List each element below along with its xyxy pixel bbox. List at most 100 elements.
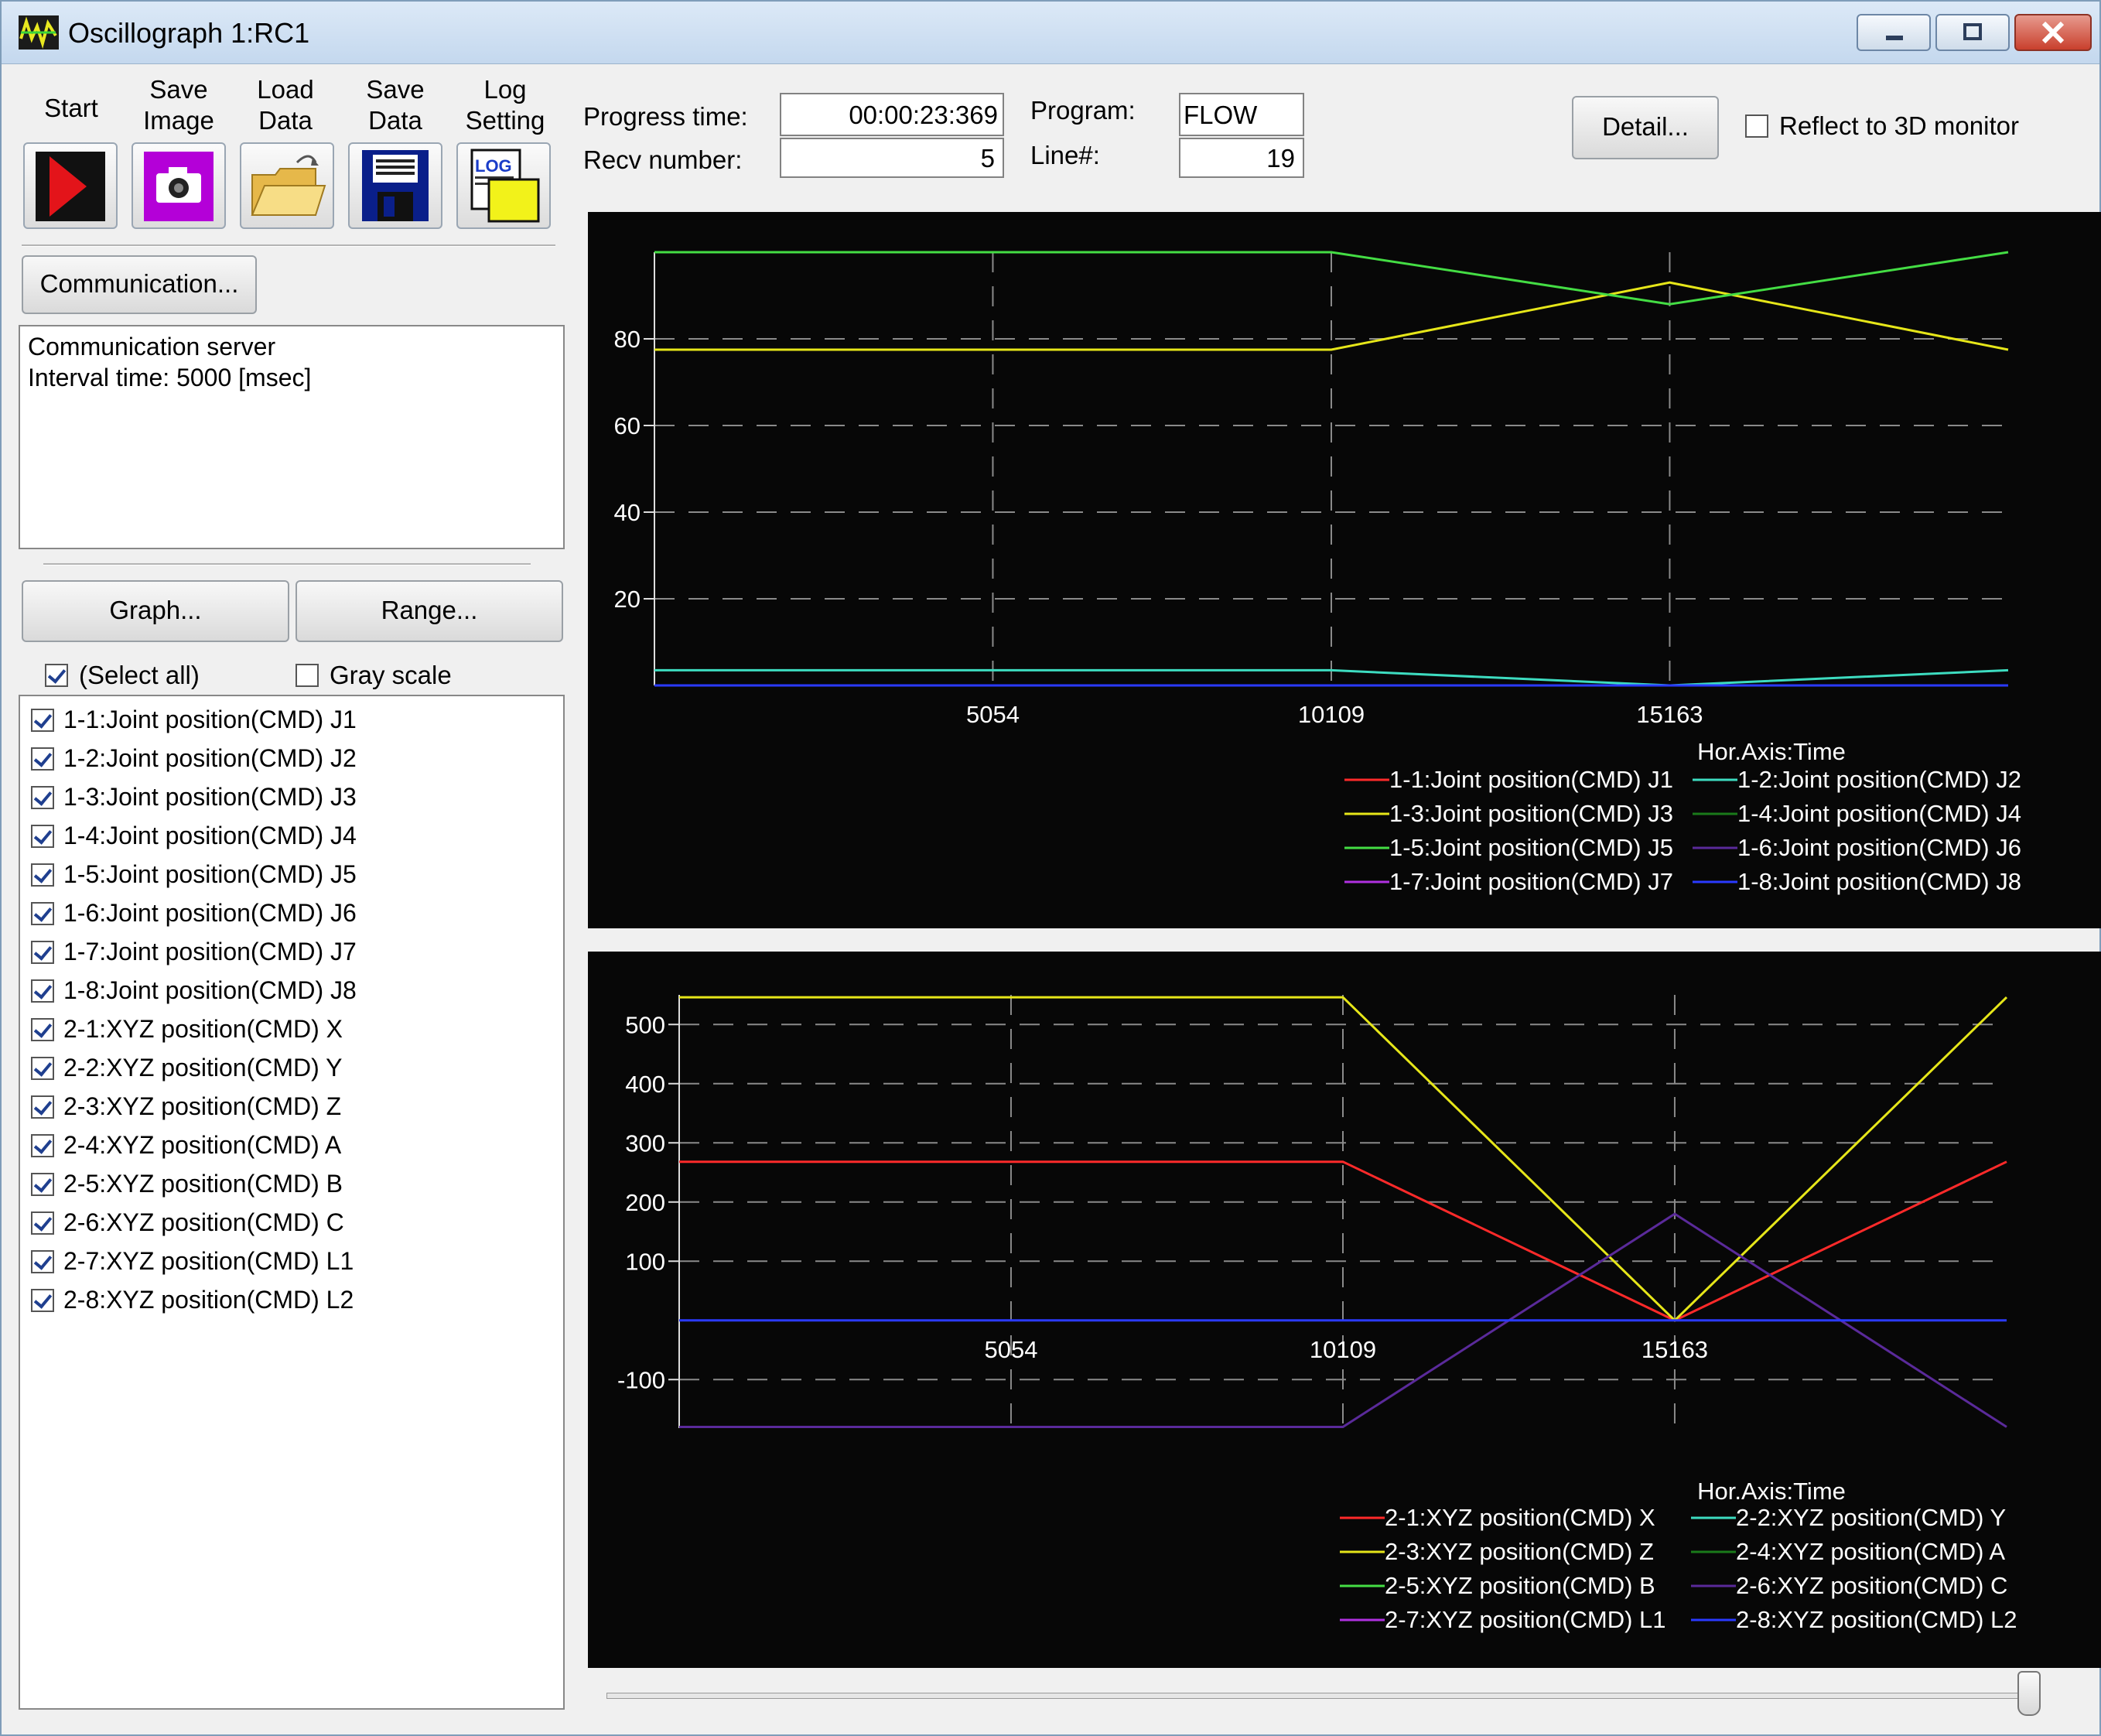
- signal-checkbox[interactable]: [31, 1134, 54, 1157]
- gray-scale-checkbox[interactable]: [296, 664, 319, 687]
- save-data-label-line1: Save: [366, 75, 425, 104]
- communication-server-text: Communication server: [28, 333, 276, 361]
- log-setting-label-line1: Log: [483, 75, 527, 104]
- joint-position-chart[interactable]: 20 40 60 80 5054 10109 15163 Hor.Axis:Time 1-1:J…: [588, 212, 2101, 928]
- restore-button[interactable]: [1935, 14, 2010, 51]
- signal-label: 1-6:Joint position(CMD) J6: [63, 899, 357, 927]
- line-number-field: 19: [1179, 138, 1304, 178]
- start-label: Start: [44, 94, 98, 122]
- legend-entry: 2-7:XYZ position(CMD) L1: [1385, 1606, 1666, 1633]
- signal-label: 2-8:XYZ position(CMD) L2: [63, 1286, 354, 1314]
- communication-button[interactable]: Communication...: [22, 255, 257, 314]
- signal-checkbox[interactable]: [31, 1250, 54, 1273]
- signal-checkbox[interactable]: [31, 1173, 54, 1196]
- progress-time-label: Progress time:: [583, 102, 748, 131]
- select-all-checkbox[interactable]: [45, 664, 68, 687]
- time-slider-track[interactable]: [606, 1693, 2041, 1699]
- signal-checkbox[interactable]: [31, 1211, 54, 1235]
- panel-separator: [43, 563, 531, 566]
- signal-checkbox[interactable]: [31, 825, 54, 848]
- reflect-3d-checkbox[interactable]: [1745, 114, 1768, 138]
- range-button[interactable]: Range...: [296, 580, 563, 642]
- legend-entry: 1-5:Joint position(CMD) J5: [1389, 834, 1673, 861]
- signal-label: 1-8:Joint position(CMD) J8: [63, 976, 357, 1004]
- signal-label: 2-3:XYZ position(CMD) Z: [63, 1092, 342, 1120]
- legend-entry: 2-5:XYZ position(CMD) B: [1385, 1572, 1655, 1599]
- communication-info-box: Communication server Interval time: 5000…: [19, 325, 565, 549]
- signal-checkbox[interactable]: [31, 941, 54, 964]
- signal-label: 2-6:XYZ position(CMD) C: [63, 1208, 344, 1236]
- legend-entry: 1-1:Joint position(CMD) J1: [1389, 766, 1673, 793]
- x-axis-label: Hor.Axis:Time: [1697, 738, 1846, 765]
- signal-label: 1-7:Joint position(CMD) J7: [63, 938, 357, 965]
- signal-checkbox[interactable]: [31, 709, 54, 732]
- camera-icon: [144, 152, 214, 221]
- y-tick-label: 40: [614, 499, 641, 526]
- graph-button[interactable]: Graph...: [22, 580, 289, 642]
- legend-entry: 1-7:Joint position(CMD) J7: [1389, 868, 1673, 895]
- signal-label: 1-2:Joint position(CMD) J2: [63, 744, 357, 772]
- x-tick-label: 15163: [1636, 701, 1703, 728]
- signal-checkbox[interactable]: [31, 979, 54, 1003]
- minimize-button[interactable]: [1857, 14, 1931, 51]
- oscillograph-app-icon: [19, 15, 59, 50]
- xyz-position-chart[interactable]: -100 100 200 300 400 500 5054 10109 15163 Hor.Axi…: [588, 952, 2101, 1668]
- signal-checkbox[interactable]: [31, 1095, 54, 1119]
- minimize-icon: [1886, 36, 1903, 40]
- log-file-icon: LOG: [470, 149, 540, 223]
- restore-icon: [1963, 23, 1982, 40]
- progress-time-field: 00:00:23:369: [780, 93, 1004, 136]
- legend-entry: 1-4:Joint position(CMD) J4: [1737, 800, 2021, 827]
- load-data-button[interactable]: [240, 142, 334, 229]
- y-tick-label: 300: [625, 1129, 665, 1157]
- gray-scale-label: Gray scale: [330, 661, 452, 689]
- toolbar-separator: [22, 244, 555, 247]
- y-tick-label: 20: [614, 586, 641, 613]
- signal-checkbox[interactable]: [31, 786, 54, 809]
- close-button[interactable]: [2014, 14, 2092, 51]
- signal-checkbox[interactable]: [31, 863, 54, 887]
- signal-checkbox[interactable]: [31, 1057, 54, 1080]
- x-tick-label: 5054: [966, 701, 1020, 728]
- program-label: Program:: [1030, 96, 1136, 125]
- legend-entry: 2-3:XYZ position(CMD) Z: [1385, 1538, 1654, 1565]
- recv-number-label: Recv number:: [583, 145, 743, 174]
- log-setting-button[interactable]: LOG: [456, 142, 551, 229]
- start-button[interactable]: [23, 142, 118, 229]
- signal-label: 1-5:Joint position(CMD) J5: [63, 860, 357, 888]
- legend-entry: 2-4:XYZ position(CMD) A: [1736, 1538, 2005, 1565]
- oscillograph-window: Oscillograph 1:RC1 Start Save Image Load…: [0, 0, 2101, 1736]
- legend-entry: 2-6:XYZ position(CMD) C: [1736, 1572, 2007, 1599]
- x-tick-label: 10109: [1310, 1336, 1376, 1363]
- signal-label: 2-2:XYZ position(CMD) Y: [63, 1054, 343, 1082]
- y-tick-label: 200: [625, 1189, 665, 1216]
- legend-entry: 1-2:Joint position(CMD) J2: [1737, 766, 2021, 793]
- log-setting-label-line2: Setting: [465, 106, 545, 135]
- x-tick-label: 5054: [984, 1336, 1037, 1363]
- signal-checkbox[interactable]: [31, 1289, 54, 1312]
- close-icon: [2041, 21, 2065, 44]
- save-data-button[interactable]: [348, 142, 442, 229]
- signal-list[interactable]: 1-1:Joint position(CMD) J1 1-2:Joint posi…: [19, 695, 565, 1710]
- save-image-button[interactable]: [132, 142, 226, 229]
- signal-checkbox[interactable]: [31, 902, 54, 925]
- signal-label: 2-4:XYZ position(CMD) A: [63, 1131, 342, 1159]
- y-tick-label: 60: [614, 412, 641, 439]
- load-data-label-line1: Load: [257, 75, 314, 104]
- signal-checkbox[interactable]: [31, 747, 54, 771]
- detail-button[interactable]: Detail...: [1572, 96, 1719, 159]
- signal-checkbox[interactable]: [31, 1018, 54, 1041]
- svg-text:LOG: LOG: [475, 156, 512, 176]
- open-folder-icon: [251, 155, 326, 216]
- title-bar[interactable]: Oscillograph 1:RC1: [2, 2, 2099, 64]
- line-number-label: Line#:: [1030, 141, 1100, 169]
- y-tick-label: 80: [614, 326, 641, 353]
- save-image-label-line2: Image: [143, 106, 214, 135]
- interval-time-text: Interval time: 5000 [msec]: [28, 364, 312, 391]
- signal-label: 2-5:XYZ position(CMD) B: [63, 1170, 343, 1198]
- time-slider-thumb[interactable]: [2017, 1671, 2041, 1716]
- x-tick-label: 15163: [1642, 1336, 1708, 1363]
- play-icon: [36, 152, 105, 221]
- x-tick-label: 10109: [1298, 701, 1365, 728]
- legend-entry: 2-8:XYZ position(CMD) L2: [1736, 1606, 2017, 1633]
